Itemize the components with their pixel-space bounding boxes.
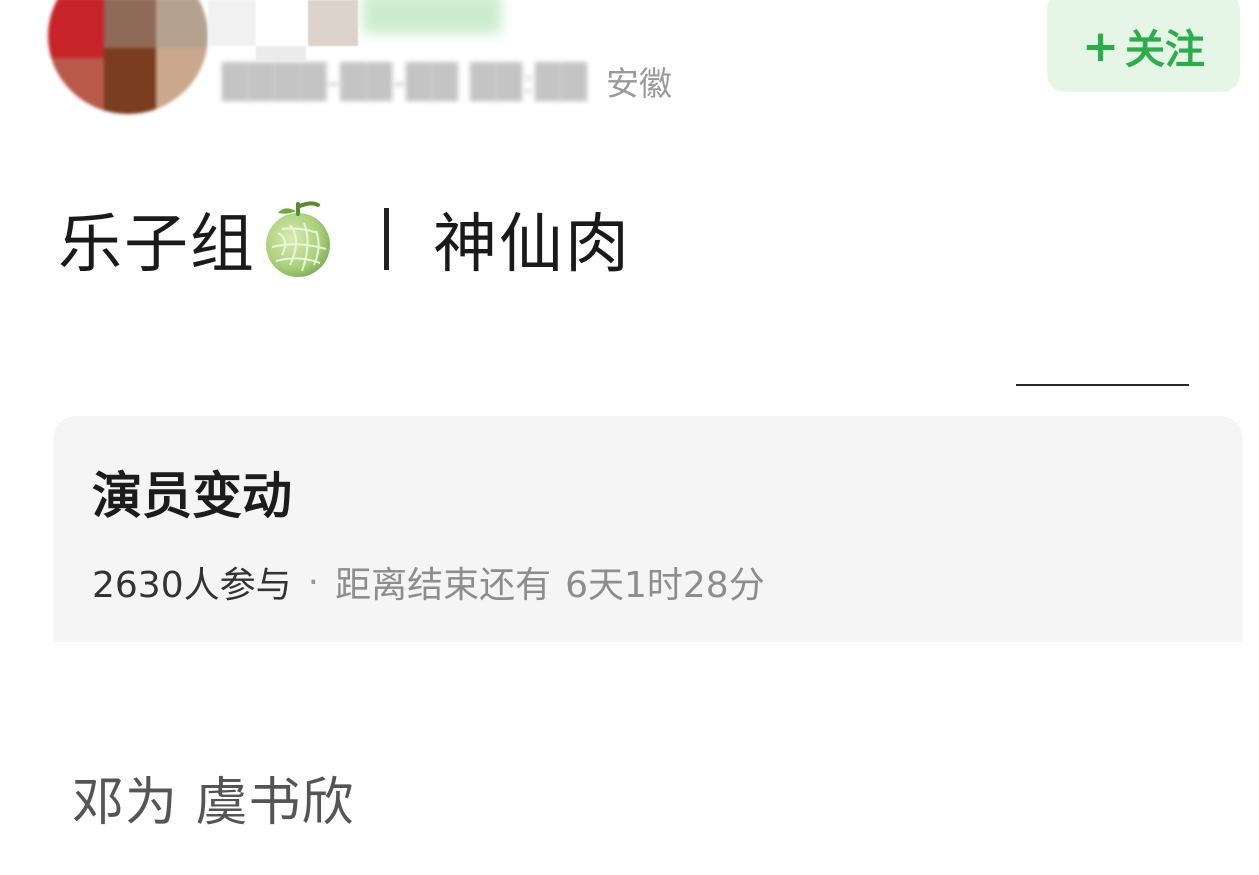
vote-title: 演员变动 [92,467,292,525]
avatar-pixel [48,58,104,114]
avatar[interactable] [48,0,208,114]
post-meta: ████-██-██ ██:██ 安徽 [222,58,672,104]
melon-icon [266,201,330,277]
countdown-label: 距离结束还有 [335,565,552,606]
avatar-pixel [104,0,156,48]
title-separator [384,208,389,270]
censor-block [308,0,358,46]
vote-meta: 2630人参与 · 距离结束还有 6天1时28分 [92,556,765,608]
follow-label: 关注 [1124,27,1205,73]
avatar-pixel [156,0,208,48]
meta-separator: · [307,561,320,603]
avatar-pixel [104,48,156,114]
censor-block [256,0,308,46]
avatar-pixel [156,48,208,114]
follow-button[interactable]: + 关注 [1047,0,1240,92]
location-label: 安徽 [605,64,672,103]
timestamp-redacted: ████-██-██ ██:██ [222,61,588,101]
plus-icon: + [1082,20,1119,72]
vote-card[interactable]: 演员变动 2630人参与 · 距离结束还有 6天1时28分 [54,416,1242,642]
divider-line [1016,384,1189,386]
avatar-pixel [48,0,104,58]
participant-count: 2630人参与 [92,565,292,606]
censor-block [208,0,256,46]
post-body-text: 邓为 虞书欣 [72,773,355,833]
title-left: 乐子组 [58,208,256,282]
countdown-value: 6天1时28分 [565,565,765,606]
username-blurred[interactable] [362,0,502,34]
post-page: ████-██-██ ██:██ 安徽 + 关注 乐子组 神仙肉 演员变动 26… [0,0,1259,875]
post-title: 乐子组 神仙肉 [58,196,631,282]
title-right: 神仙肉 [433,208,631,282]
